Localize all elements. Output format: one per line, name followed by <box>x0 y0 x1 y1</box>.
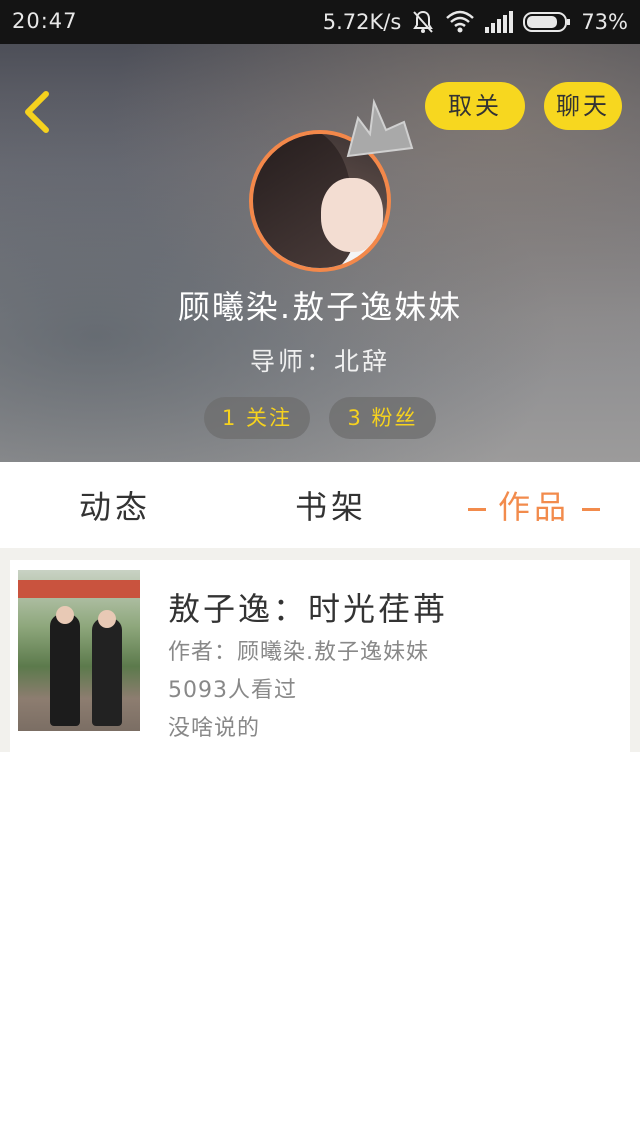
unfollow-button[interactable]: 取关 <box>425 82 525 130</box>
work-author: 作者：顾曦染.敖子逸妹妹 <box>168 640 429 665</box>
tab-indicator-left <box>467 507 486 511</box>
username: 顾曦染.敖子逸妹妹 <box>177 288 463 326</box>
fans-count[interactable]: 3 粉丝 <box>329 397 436 439</box>
card-gutter-right <box>630 560 640 752</box>
chevron-left-icon <box>25 91 49 133</box>
work-description: 没啥说的 <box>168 716 261 741</box>
profile-tabs: 动态 书架 作品 <box>0 462 640 548</box>
work-views: 5093人看过 <box>168 678 297 703</box>
tab-works[interactable]: 作品 <box>454 482 614 528</box>
status-icons: 5.72K/s 73% <box>323 9 628 35</box>
work-title: 敖子逸：时光荏苒 <box>168 590 449 628</box>
card-gutter-left <box>0 560 10 752</box>
signal-icon <box>485 11 514 33</box>
status-bar: 20:47 5.72K/s 73% <box>0 0 640 44</box>
chat-button[interactable]: 聊天 <box>544 82 622 130</box>
battery-icon <box>523 11 571 33</box>
mentor-label: 导师：北辞 <box>249 347 390 376</box>
tab-works-label: 作品 <box>497 488 570 526</box>
work-cover-image <box>18 570 140 731</box>
tab-indicator-right <box>582 507 600 511</box>
following-count[interactable]: 1 关注 <box>204 397 310 439</box>
profile-header: 取关 聊天 顾曦染.敖子逸妹妹 导师：北辞 1 关注 3 粉丝 <box>0 44 640 462</box>
tab-dynamics[interactable]: 动态 <box>60 482 170 528</box>
back-button[interactable] <box>18 90 58 134</box>
crown-icon <box>346 98 414 158</box>
network-speed: 5.72K/s <box>322 10 402 34</box>
section-divider <box>0 548 640 560</box>
status-time: 20:47 <box>12 9 78 33</box>
mute-bell-icon <box>411 9 435 35</box>
wifi-icon <box>445 10 475 34</box>
tab-bookshelf[interactable]: 书架 <box>276 482 386 528</box>
battery-level: 73% <box>581 10 628 34</box>
work-card[interactable]: 敖子逸：时光荏苒 作者：顾曦染.敖子逸妹妹 5093人看过 没啥说的 <box>10 560 630 752</box>
